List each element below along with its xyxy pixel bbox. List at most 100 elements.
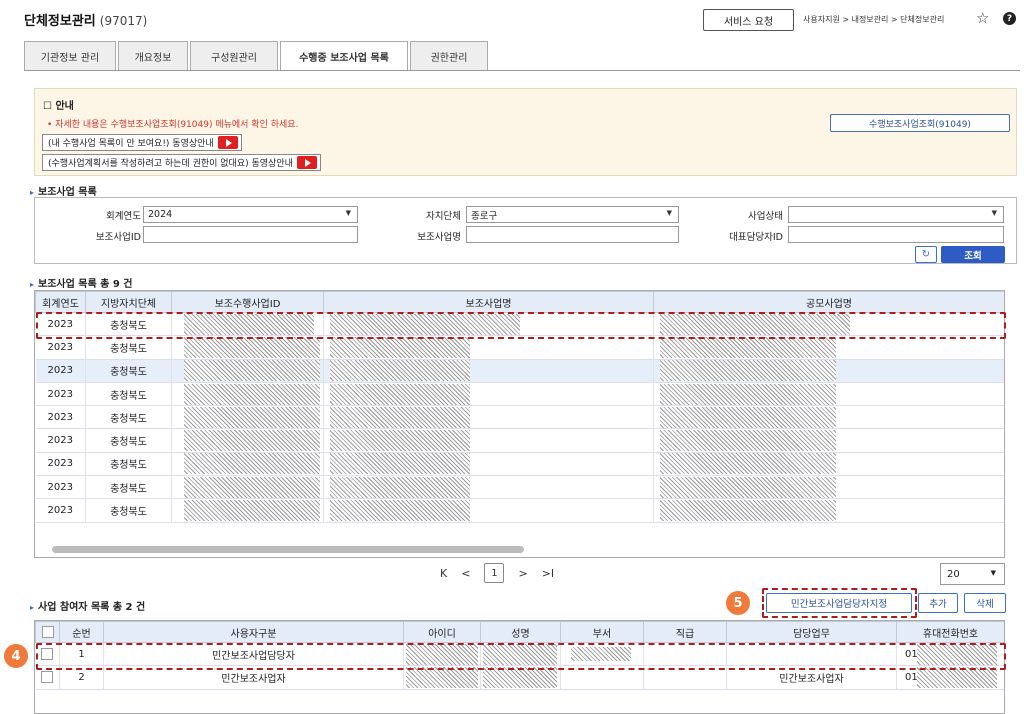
notice-title: ☐ 안내	[43, 101, 74, 112]
table-row[interactable]: 2023 충청북도	[35, 452, 1004, 477]
notice-icon: ☐	[43, 101, 56, 112]
manager-id-input[interactable]	[788, 226, 1004, 243]
cell-redacted	[323, 335, 654, 360]
col-header[interactable]: 휴대전화번호	[896, 621, 1004, 643]
project-name-input[interactable]	[466, 226, 679, 243]
table-row[interactable]: 2023 충청북도	[35, 475, 1004, 500]
star-icon[interactable]: ☆	[976, 9, 989, 27]
cell-year: 2023	[35, 498, 86, 523]
col-header[interactable]: 성명	[480, 621, 561, 643]
cell-redacted	[171, 498, 324, 523]
project-name-label: 보조사업명	[417, 232, 461, 243]
step-marker-5: 5	[726, 591, 750, 615]
cell-year: 2023	[35, 475, 86, 500]
cell-redacted	[323, 382, 654, 407]
col-header[interactable]: 회계연도	[35, 291, 86, 313]
table-row[interactable]: 2023 충청북도	[35, 335, 1004, 360]
cell-region: 충청북도	[85, 405, 172, 430]
cell-redacted	[323, 498, 654, 523]
notice-box: ☐ 안내 • 자세한 내용은 수행보조사업조회(91049) 메뉴에서 확인 하…	[34, 88, 1017, 176]
project-lookup-button[interactable]: 수행보조사업조회(91049)	[830, 114, 1010, 132]
delete-button[interactable]: 삭제	[964, 593, 1006, 613]
cell-redacted	[171, 428, 324, 453]
tab-ongoing-projects[interactable]: 수행중 보조사업 목록	[280, 41, 408, 71]
cell-redacted	[171, 359, 324, 383]
video-guide-2[interactable]: (수행사업계획서를 작성하려고 하는데 권한이 없대요) 동영상안내	[42, 154, 321, 171]
table-row[interactable]: 2023 충청북도	[35, 428, 1004, 453]
cell-year: 2023	[35, 452, 86, 477]
next-page-icon[interactable]: >	[518, 567, 527, 580]
first-page-icon[interactable]: K	[440, 567, 447, 580]
horizontal-scrollbar[interactable]	[52, 546, 524, 553]
cell-redacted	[323, 405, 654, 430]
cell-redacted	[171, 382, 324, 407]
cell-year: 2023	[35, 405, 86, 430]
tab-members[interactable]: 구성원관리	[190, 41, 278, 71]
table-row[interactable]: 2023 충청북도	[35, 382, 1004, 407]
cell-redacted	[171, 452, 324, 477]
youtube-icon	[296, 156, 317, 169]
cell-region: 충청북도	[85, 382, 172, 407]
col-header[interactable]: 직급	[643, 621, 727, 643]
page-title: 단체정보관리 (97017)	[24, 10, 147, 29]
select-all-checkbox[interactable]	[35, 621, 60, 643]
current-page-button[interactable]: 1	[484, 563, 505, 583]
cell-redacted	[653, 335, 1004, 360]
col-header[interactable]: 담당업무	[726, 621, 897, 643]
cell-redacted	[323, 428, 654, 453]
reset-button[interactable]: ↻	[915, 246, 937, 263]
cell-redacted	[171, 335, 324, 360]
year-label: 회계연도	[106, 211, 141, 222]
cell-redacted	[653, 428, 1004, 453]
prev-page-icon[interactable]: <	[461, 567, 470, 580]
service-request-button[interactable]: 서비스 요청	[703, 9, 794, 31]
cell-redacted	[653, 382, 1004, 407]
tab-overview[interactable]: 개요정보	[118, 41, 188, 71]
pagination: K < 1 > >I	[440, 563, 554, 583]
grid2-title: 사업 참여자 목록 총 2 건	[30, 598, 145, 613]
breadcrumb: 사용자지원 > 내정보관리 > 단체정보관리	[803, 15, 945, 24]
cell-region: 충청북도	[85, 359, 172, 383]
tab-permissions[interactable]: 권한관리	[410, 41, 488, 71]
phone-prefix: 01	[905, 671, 918, 683]
page-size-select[interactable]: 20	[940, 563, 1005, 585]
step-marker-4: 4	[4, 644, 28, 668]
col-header[interactable]: 순번	[59, 621, 104, 643]
cell-redacted	[653, 452, 1004, 477]
table-row[interactable]: 2023 충청북도	[35, 405, 1004, 430]
page-title-text: 단체정보관리	[24, 14, 96, 29]
highlight-participant-box	[36, 643, 1006, 670]
col-header[interactable]: 부서	[560, 621, 644, 643]
year-select[interactable]: 2024	[143, 206, 358, 223]
highlight-row-box	[36, 312, 1006, 339]
help-icon[interactable]: ?	[1003, 12, 1016, 25]
highlight-button-box	[762, 588, 917, 618]
col-header[interactable]: 보조수행사업ID	[171, 291, 324, 313]
cell-redacted	[323, 359, 654, 383]
col-header[interactable]: 사용자구분	[103, 621, 404, 643]
status-select[interactable]	[788, 206, 1004, 223]
region-select[interactable]: 종로구	[466, 206, 679, 223]
youtube-icon	[217, 136, 238, 149]
col-header[interactable]: 보조사업명	[323, 291, 654, 313]
col-header[interactable]: 아이디	[403, 621, 481, 643]
checkbox	[41, 671, 54, 684]
last-page-icon[interactable]: >I	[542, 567, 554, 580]
search-button[interactable]: 조회	[941, 246, 1005, 263]
cell-region: 충청북도	[85, 475, 172, 500]
table-row[interactable]: 2023 충청북도	[35, 498, 1004, 523]
project-id-input[interactable]	[143, 226, 358, 243]
notice-message: • 자세한 내용은 수행보조사업조회(91049) 메뉴에서 확인 하세요.	[47, 120, 299, 130]
col-header[interactable]: 지방자치단체	[85, 291, 172, 313]
add-button[interactable]: 추가	[918, 593, 958, 613]
video-guide-1[interactable]: (내 수행사업 목록이 안 보여요!) 동영상안내	[42, 134, 242, 151]
cell-year: 2023	[35, 382, 86, 407]
tab-org-info[interactable]: 기관정보 관리	[24, 41, 116, 71]
col-header[interactable]: 공모사업명	[653, 291, 1004, 313]
cell-year: 2023	[35, 359, 86, 383]
cell-redacted	[323, 475, 654, 500]
cell-region: 충청북도	[85, 452, 172, 477]
page-code: (97017)	[99, 14, 148, 28]
table-row[interactable]: 2023 충청북도	[35, 359, 1004, 383]
cell-region: 충청북도	[85, 428, 172, 453]
